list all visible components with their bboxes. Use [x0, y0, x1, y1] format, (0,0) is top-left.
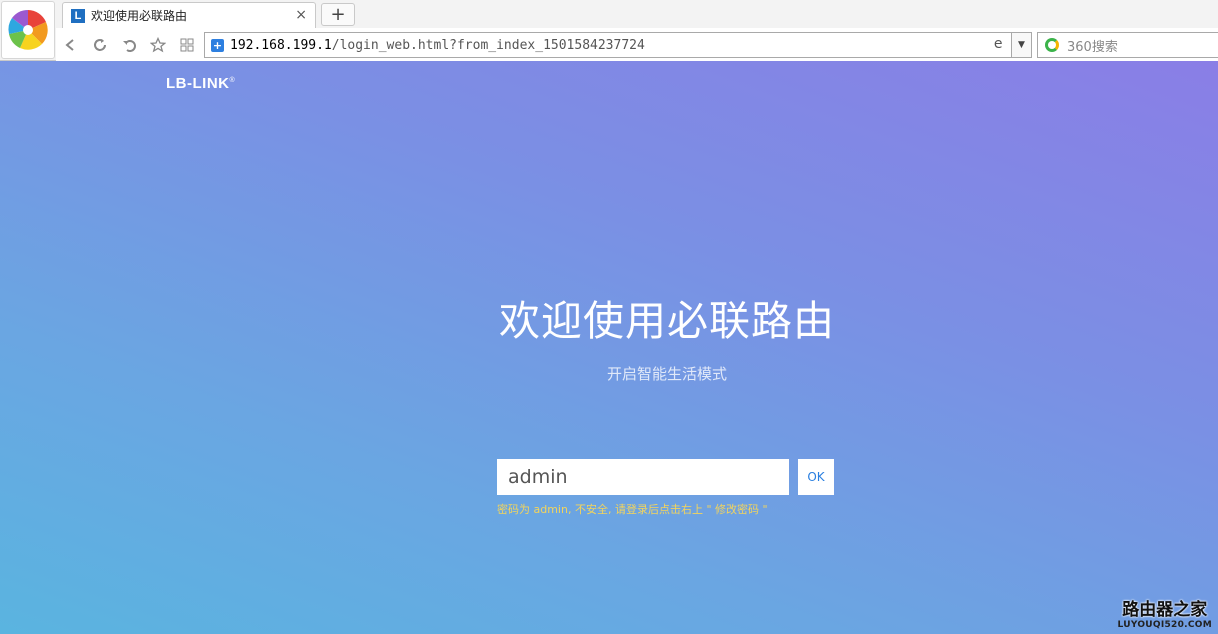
watermark-site: LUYOUQI520.COM	[1117, 620, 1212, 630]
brand-mark: ®	[229, 77, 236, 84]
login-form: OK	[497, 459, 834, 495]
page-title: 欢迎使用必联路由	[499, 297, 835, 345]
chevron-down-icon[interactable]: ▼	[1011, 32, 1032, 58]
ok-button[interactable]: OK	[798, 459, 834, 495]
favorite-star-icon[interactable]	[147, 34, 169, 56]
search-box[interactable]: 360搜索	[1037, 32, 1218, 58]
url-path: /login_web.html?from_index_1501584237724	[331, 37, 645, 53]
tab-bar: L 欢迎使用必联路由 × +	[56, 0, 1218, 28]
tab-title: 欢迎使用必联路由	[91, 9, 188, 23]
search-360-icon	[1045, 38, 1059, 52]
browser-chrome: L 欢迎使用必联路由 × + + 192.168.199.1/login_web…	[0, 0, 1218, 61]
page-subtitle: 开启智能生活模式	[606, 365, 727, 383]
login-page: LB-LINK® 欢迎使用必联路由 开启智能生活模式 OK 密码为 admin,…	[0, 61, 1218, 634]
browser-logo[interactable]	[1, 1, 55, 59]
close-tab-icon[interactable]: ×	[295, 7, 307, 23]
undo-close-icon[interactable]	[118, 34, 140, 56]
address-bar[interactable]: + 192.168.199.1/login_web.html?from_inde…	[204, 32, 1032, 58]
browser-toolbar: + 192.168.199.1/login_web.html?from_inde…	[56, 28, 1218, 61]
security-shield-icon: +	[211, 38, 224, 52]
url-host: 192.168.199.1	[230, 37, 332, 53]
lblink-favicon-icon: L	[71, 8, 85, 23]
tab-active[interactable]: L 欢迎使用必联路由 ×	[62, 2, 316, 28]
new-tab-button[interactable]: +	[321, 3, 355, 26]
password-input[interactable]	[497, 459, 789, 495]
url-text[interactable]: 192.168.199.1/login_web.html?from_index_…	[230, 38, 645, 53]
brand-text: LB-LINK	[166, 75, 230, 92]
search-placeholder: 360搜索	[1067, 39, 1118, 55]
apps-grid-icon[interactable]	[176, 34, 198, 56]
back-icon[interactable]	[60, 34, 82, 56]
password-hint: 密码为 admin, 不安全, 请登录后点击右上 " 修改密码 "	[497, 503, 768, 516]
hero: 欢迎使用必联路由 开启智能生活模式	[0, 287, 1218, 384]
refresh-icon[interactable]	[89, 34, 111, 56]
ie-compat-icon[interactable]: e	[994, 36, 1003, 52]
pinwheel-icon	[8, 10, 48, 50]
watermark-name: 路由器之家	[1122, 600, 1208, 620]
watermark: 路由器之家 LUYOUQI520.COM	[1118, 595, 1213, 630]
brand-logo: LB-LINK®	[166, 75, 235, 92]
